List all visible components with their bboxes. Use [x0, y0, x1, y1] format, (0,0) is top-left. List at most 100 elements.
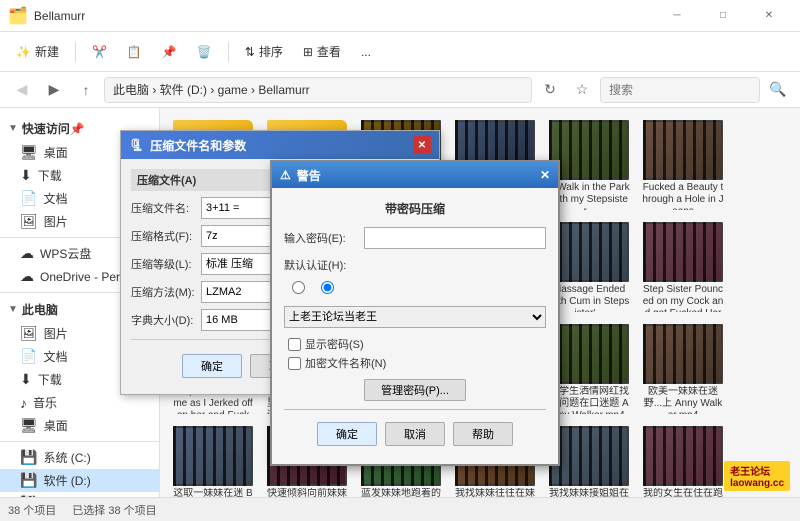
search-button[interactable]: 🔍	[764, 76, 792, 104]
list-item[interactable]: 我的女生在住在跑出了几把跑 #124; Tantaly Ann...	[638, 422, 728, 497]
file-name: 蓝发妹妹地跑着的找 Bellamurr.mp4	[360, 488, 442, 497]
search-input[interactable]	[600, 77, 760, 103]
password-reenter-label: 默认认证(H):	[284, 257, 364, 273]
file-name: 这取一妹妹在迷 Bellamurr.mp4	[172, 488, 254, 497]
delete-button[interactable]: 🗑️	[189, 41, 220, 63]
show-password-row: 显示密码(S)	[288, 336, 546, 352]
sidebar-item-systemc[interactable]: 💾 系统 (C:)	[0, 446, 159, 469]
file-name: A Walk in the Park with my Stepsister...	[548, 182, 630, 210]
password-dialog-title: ⚠ 警告 ✕	[272, 162, 558, 188]
manage-password-button[interactable]: 管理密码(P)...	[364, 379, 466, 401]
password-options: 显示密码(S) 加密文件名称(N)	[288, 336, 546, 371]
documents2-icon: 📄	[20, 348, 37, 365]
password-divider	[284, 409, 546, 410]
radio-row1	[292, 281, 309, 294]
show-password-label: 显示密码(S)	[305, 336, 364, 352]
file-name: 我找妹妹往往在妹那一妹妹 Tantaly Ann...	[454, 488, 536, 497]
desktop-icon: 🖥	[20, 144, 38, 161]
file-name: 欧美一妹妹在迷野...上 Anny Walker.mp4	[642, 386, 724, 414]
radio-row2	[321, 281, 338, 294]
delete-icon: 🗑️	[197, 45, 212, 59]
paste-button[interactable]: 📌	[154, 41, 185, 63]
7z-ok-button[interactable]: 确定	[182, 354, 242, 378]
items-count: 38 个项目	[8, 502, 56, 518]
minimize-button[interactable]: ─	[654, 0, 700, 32]
filename-label: 压缩文件名:	[131, 200, 201, 216]
file-name: 我的女生在住在跑出了几把跑 #124; Tantaly Ann...	[642, 488, 724, 497]
file-name: Fucked a Beauty through a Hole in Jeans	[642, 182, 724, 210]
method-label: 压缩方法(M):	[131, 284, 201, 300]
sort-icon: ⇅	[245, 45, 255, 59]
view-button[interactable]: ⊞ 查看	[295, 39, 349, 64]
breadcrumb[interactable]: 此电脑 › 软件 (D:) › game › Bellamurr	[104, 77, 532, 103]
list-item[interactable]: Fucked a Beauty through a Hole in Jeans	[638, 116, 728, 214]
7z-dialog-title: 🗜 压缩文件名和参数 ✕	[121, 131, 439, 159]
toolbar-separator	[75, 42, 76, 62]
refresh-button[interactable]: ↻	[536, 76, 564, 104]
password-input-label: 输入密码(E):	[284, 230, 364, 246]
password-select[interactable]: 上老王论坛当老王	[284, 306, 546, 328]
format-label: 压缩格式(F):	[131, 228, 201, 244]
file-name: 大学生洒情网红找入问题在口迷题 Anny Walker.mp4	[548, 386, 630, 414]
password-input-row: 输入密码(E):	[284, 227, 546, 249]
onedrive-icon: ☁	[20, 268, 34, 285]
new-button[interactable]: ✨ 新建	[8, 39, 67, 64]
password-buttons: 确定 取消 帮助	[284, 416, 546, 452]
7z-title-icon: 🗜	[129, 138, 144, 152]
music-icon: ♪	[20, 395, 27, 411]
star-button[interactable]: ☆	[568, 76, 596, 104]
breadcrumb-text: 此电脑 › 软件 (D:) › game › Bellamurr	[113, 81, 310, 98]
sidebar-item-desktop2[interactable]: 🖥 桌面	[0, 414, 159, 437]
drive-c-icon: 💾	[20, 449, 37, 466]
password-ok-button[interactable]: 确定	[317, 422, 377, 446]
arrow-icon: ▼	[8, 123, 18, 134]
drive-e-icon: 💾	[20, 495, 37, 497]
cut-button[interactable]: ✂️	[84, 41, 115, 63]
titlebar-title: Bellamurr	[34, 9, 654, 23]
sort-button[interactable]: ⇅ 排序	[237, 39, 291, 64]
level-label: 压缩等级(L):	[131, 256, 201, 272]
password-section-title: 带密码压缩	[284, 200, 546, 217]
password-input-field[interactable]	[364, 227, 546, 249]
app-icon: 🗂️	[8, 6, 28, 26]
list-item[interactable]: 欧美一妹妹在迷野...上 Anny Walker.mp4	[638, 320, 728, 418]
close-button[interactable]: ✕	[746, 0, 792, 32]
sidebar-divider3	[0, 441, 159, 442]
arrow-icon2: ▼	[8, 304, 18, 315]
password-help-button[interactable]: 帮助	[453, 422, 513, 446]
paste-icon: 📌	[162, 45, 177, 59]
password-close-button[interactable]: ✕	[540, 168, 550, 182]
statusbar: 38 个项目 已选择 38 个项目	[0, 497, 800, 521]
add-archive-label: 加密文件名称(N)	[305, 355, 386, 371]
maximize-button[interactable]: □	[700, 0, 746, 32]
downloads2-icon: ⬇	[20, 371, 32, 388]
back-button[interactable]: ◀	[8, 76, 36, 104]
addressbar: ◀ ▶ ↑ 此电脑 › 软件 (D:) › game › Bellamurr ↻…	[0, 72, 800, 108]
password-dialog: ⚠ 警告 ✕ 带密码压缩 输入密码(E): 默认认证(H): 上老王论坛当老王	[270, 160, 560, 466]
downloads-icon: ⬇	[20, 167, 32, 184]
sidebar-item-newe[interactable]: 💾 新加卷 (E:)	[0, 492, 159, 497]
view-icon: ⊞	[303, 45, 313, 59]
sidebar-item-softwared[interactable]: 💾 软件 (D:)	[0, 469, 159, 492]
wps-icon: ☁	[20, 245, 34, 262]
radio-option2[interactable]	[321, 281, 334, 294]
forward-button[interactable]: ▶	[40, 76, 68, 104]
add-archive-row: 加密文件名称(N)	[288, 355, 546, 371]
copy-button[interactable]: 📋	[119, 41, 150, 63]
file-name: 我找妹妹接姐姐在一起 Anny Walker.mp4	[548, 488, 630, 497]
show-password-checkbox[interactable]	[288, 338, 301, 351]
more-button[interactable]: ...	[353, 41, 379, 63]
list-item[interactable]: Step Sister Pounced on my Cock and got F…	[638, 218, 728, 316]
desktop2-icon: 🖥	[20, 417, 38, 434]
pictures-icon: 🖼	[20, 213, 38, 230]
radio-option1[interactable]	[292, 281, 305, 294]
password-cancel-button[interactable]: 取消	[385, 422, 445, 446]
list-item[interactable]: 这取一妹妹在迷 Bellamurr.mp4	[168, 422, 258, 497]
add-archive-checkbox[interactable]	[288, 357, 301, 370]
toolbar: ✨ 新建 ✂️ 📋 📌 🗑️ ⇅ 排序 ⊞ 查看 ...	[0, 32, 800, 72]
file-name: Massage Ended with Cum in Stepsister'...	[548, 284, 630, 312]
password-reenter-row: 默认认证(H):	[284, 257, 546, 273]
titlebar-controls: ─ □ ✕	[654, 0, 792, 32]
7z-close-button[interactable]: ✕	[413, 136, 431, 154]
up-button[interactable]: ↑	[72, 76, 100, 104]
